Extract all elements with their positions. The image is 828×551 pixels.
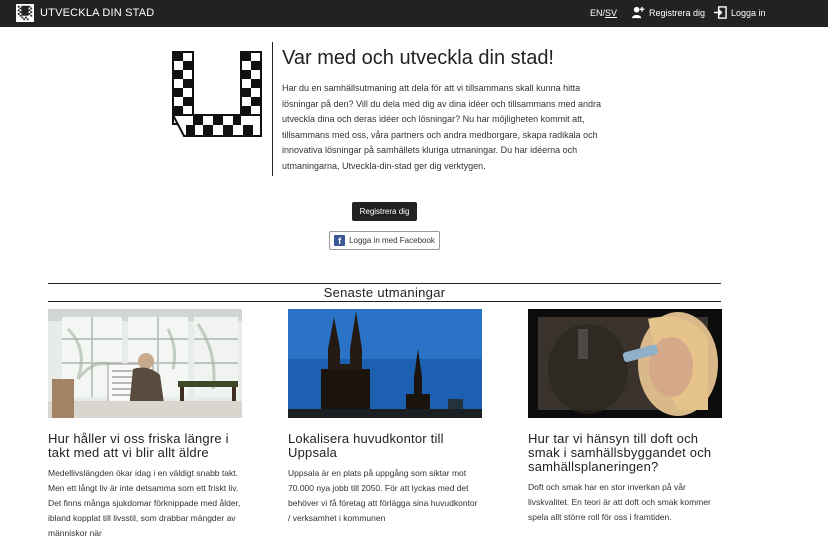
- challenge-card[interactable]: Hur håller vi oss friska längre i takt m…: [48, 309, 242, 541]
- challenge-image-man-reading-newspaper[interactable]: [48, 309, 242, 418]
- challenge-image-smelling-woman[interactable]: [528, 309, 722, 418]
- top-navbar: UTVECKLA DIN STAD EN/SV Registrera dig L…: [0, 0, 828, 27]
- login-nav-link[interactable]: Logga in: [714, 6, 766, 19]
- register-nav-label: Registrera dig: [649, 7, 706, 18]
- lang-en-link[interactable]: EN: [590, 8, 603, 18]
- challenge-image-uppsala-cathedral[interactable]: [288, 309, 482, 418]
- facebook-login-label: Logga in med Facebook: [349, 236, 435, 245]
- login-nav-label: Logga in: [731, 7, 766, 18]
- hero-divider: [272, 42, 273, 176]
- section-divider-top: [48, 283, 721, 284]
- hero-title: Var med och utveckla din stad!: [282, 47, 554, 69]
- language-switcher: EN/SV: [590, 8, 617, 18]
- challenge-title[interactable]: Lokalisera huvudkontor till Uppsala: [288, 432, 482, 460]
- challenge-card[interactable]: Hur tar vi hänsyn till doft och smak i s…: [528, 309, 722, 525]
- section-divider-bottom: [48, 301, 721, 302]
- section-title: Senaste utmaningar: [323, 285, 446, 300]
- challenge-title[interactable]: Hur håller vi oss friska längre i takt m…: [48, 432, 242, 460]
- hero-description: Har du en samhällsutmaning att dela för …: [282, 83, 602, 171]
- challenge-title[interactable]: Hur tar vi hänsyn till doft och smak i s…: [528, 432, 722, 474]
- user-plus-icon: [632, 6, 645, 19]
- lang-sv-link[interactable]: SV: [605, 8, 617, 18]
- challenge-description: Medellivslängden ökar idag i en väldigt …: [48, 468, 241, 538]
- register-nav-link[interactable]: Registrera dig: [632, 6, 705, 19]
- checkered-u-logo-icon: [16, 4, 34, 22]
- challenge-description: Uppsala är en plats på uppgång som sikta…: [288, 468, 478, 523]
- register-button[interactable]: Registrera dig: [352, 202, 417, 221]
- checkered-u-logo: [172, 51, 262, 137]
- brand-link[interactable]: UTVECKLA DIN STAD: [16, 4, 154, 22]
- challenge-description: Doft och smak har en stor inverkan på vå…: [528, 482, 711, 522]
- challenge-card[interactable]: Lokalisera huvudkontor till Uppsala Upps…: [288, 309, 482, 526]
- facebook-login-button[interactable]: f Logga in med Facebook: [329, 231, 440, 250]
- facebook-icon: f: [334, 235, 346, 246]
- brand-name: UTVECKLA DIN STAD: [40, 7, 155, 19]
- register-button-label: Registrera dig: [359, 207, 410, 216]
- sign-in-icon: [714, 6, 727, 19]
